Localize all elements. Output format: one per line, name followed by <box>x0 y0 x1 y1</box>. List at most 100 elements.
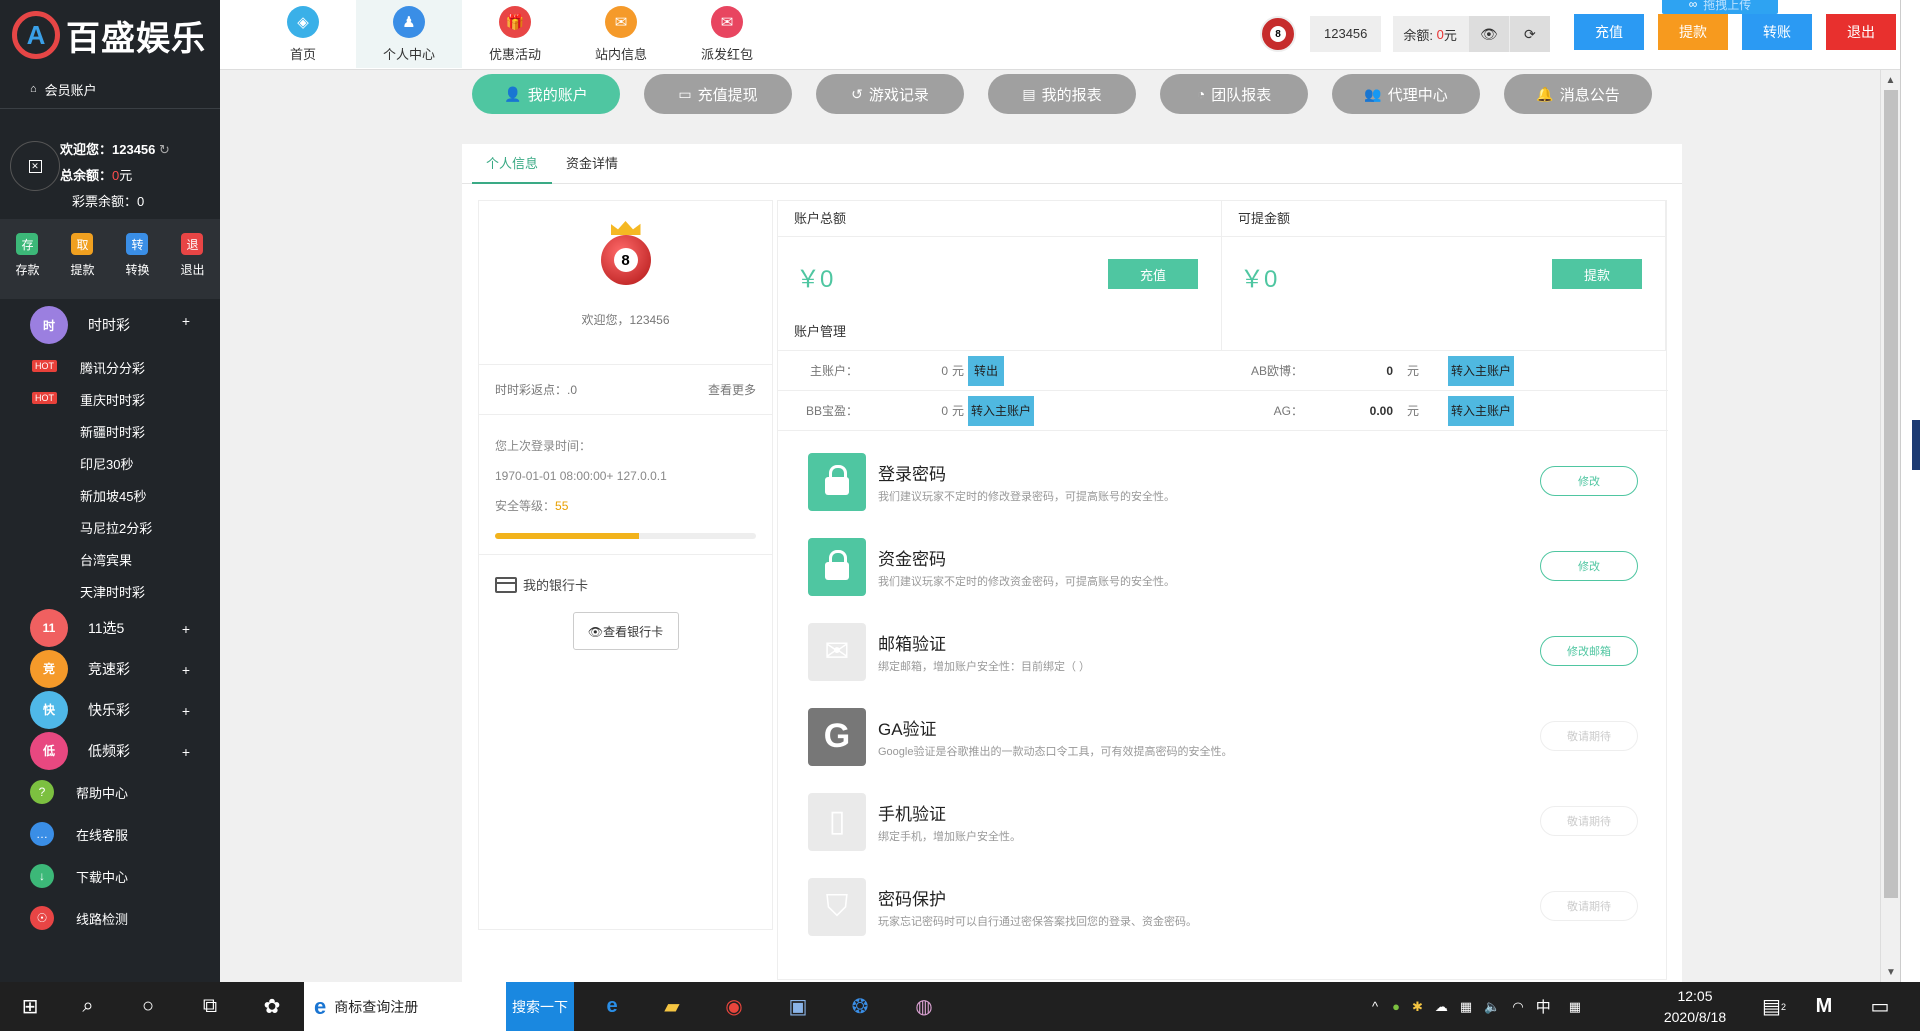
app-swirl-icon[interactable]: ✿ <box>248 982 296 1031</box>
subnav-tab-0[interactable]: 👤 我的账户 <box>472 74 620 114</box>
top-nav-item-3[interactable]: ✉ 站内信息 <box>568 0 674 68</box>
sidebar-category-2[interactable]: 竞 竞速彩 + <box>0 648 220 689</box>
edge-browser-icon[interactable]: e <box>588 982 636 1031</box>
sidebar-category-3[interactable]: 快 快乐彩 + <box>0 689 220 730</box>
expand-plus-icon[interactable]: + <box>182 662 190 678</box>
subnav-tab-6[interactable]: 🔔 消息公告 <box>1504 74 1652 114</box>
subnav-tab-5[interactable]: 👥 代理中心 <box>1332 74 1480 114</box>
sidebar-category-1[interactable]: 11 11选5 + <box>0 607 220 648</box>
refresh-balance-icon[interactable]: ⟳ <box>1509 16 1550 52</box>
taskbar-search-box[interactable]: e 商标查询注册 <box>304 982 506 1031</box>
remote-desktop-icon[interactable]: ▣ <box>774 982 822 1031</box>
task-view-icon[interactable]: ⧉ <box>186 982 234 1031</box>
header-button-3[interactable]: 退出 <box>1826 14 1896 50</box>
deposit-button[interactable]: 充值 <box>1108 259 1198 289</box>
wifi-icon[interactable]: ◠ <box>1512 999 1523 1015</box>
subnav-tab-3[interactable]: ▤ 我的报表 <box>988 74 1136 114</box>
security-action-button[interactable]: 修改 <box>1540 551 1638 581</box>
security-action-button[interactable]: 修改 <box>1540 466 1638 496</box>
clock[interactable]: 12:05 2020/8/18 <box>1650 986 1740 1028</box>
sidebar-link-2[interactable]: ↓ 下载中心 <box>0 855 220 897</box>
quick-action-2[interactable]: 转转换 <box>125 233 150 299</box>
sidebar-sub-item[interactable]: HOT 重庆时时彩 <box>0 383 220 415</box>
chevron-up-icon[interactable]: ^ <box>1372 999 1378 1014</box>
chrome-icon[interactable]: ◉ <box>710 982 758 1031</box>
header-button-0[interactable]: 充值 <box>1574 14 1644 50</box>
top-nav-item-2[interactable]: 🎁 优惠活动 <box>462 0 568 68</box>
view-bank-card-button[interactable]: 👁查看银行卡 <box>572 612 679 650</box>
sidebar-sub-item[interactable]: 天津时时彩 <box>0 575 220 607</box>
subnav-tab-1[interactable]: ▭ 充值提现 <box>644 74 792 114</box>
category-list: 时 时时彩 + HOT 腾讯分分彩 HOT 重庆时时彩 新疆时时彩印尼30秒新加坡45秒 马尼拉… <box>0 299 220 939</box>
security-action-button[interactable]: 修改邮箱 <box>1540 636 1638 666</box>
sidebar-link-1[interactable]: … 在线客服 <box>0 813 220 855</box>
user-avatar[interactable]: 8 <box>1260 16 1296 52</box>
app-m-icon[interactable]: M <box>1800 982 1848 1031</box>
windows-start-icon[interactable]: ⊞ <box>6 982 54 1031</box>
quick-action-3[interactable]: 退退出 <box>180 233 205 299</box>
sidebar-link-3[interactable]: ☉ 线路检测 <box>0 897 220 939</box>
sidebar-sub-item[interactable]: 印尼30秒 <box>0 447 220 479</box>
top-nav-item-0[interactable]: ◈ 首页 <box>250 0 356 68</box>
sidebar-link-0[interactable]: ? 帮助中心 <box>0 771 220 813</box>
account-transfer-button[interactable]: 转入主账户 <box>968 395 1034 426</box>
tab-1[interactable]: 资金详情 <box>552 144 632 184</box>
tray-app-icon[interactable]: ● <box>1392 999 1400 1014</box>
action-center-icon[interactable]: ▭ <box>1856 982 1904 1031</box>
subnav-tab-4[interactable]: ◔ 团队报表 <box>1160 74 1308 114</box>
sidebar-sub-item[interactable]: HOT 腾讯分分彩 <box>0 351 220 383</box>
top-nav-item-1[interactable]: ♟ 个人中心 <box>356 0 462 68</box>
eye-icon[interactable]: 👁 <box>1468 16 1509 52</box>
expand-plus-icon[interactable]: + <box>182 621 190 637</box>
top-nav-item-4[interactable]: ✉ 派发红包 <box>674 0 780 68</box>
quick-action-1[interactable]: 取提款 <box>70 233 95 299</box>
notification-icon[interactable]: ▤ 2 <box>1750 982 1798 1031</box>
quick-action-0[interactable]: 存存款 <box>15 233 40 299</box>
withdrawable-amount: ￥0 <box>1240 266 1278 293</box>
volume-icon[interactable]: 🔈 <box>1484 999 1500 1015</box>
app-avatar-icon[interactable]: ◍ <box>900 982 948 1031</box>
header-button-1[interactable]: 提款 <box>1658 14 1728 50</box>
security-action-button[interactable]: 敬请期待 <box>1540 721 1638 751</box>
profile-avatar-area: 8 欢迎您，123456 <box>479 201 772 365</box>
sidebar-sub-item[interactable]: 马尼拉2分彩 <box>0 511 220 543</box>
close-icon[interactable]: ✕ <box>28 159 42 173</box>
security-action-button[interactable]: 敬请期待 <box>1540 806 1638 836</box>
tray-network-icon[interactable]: ▦ <box>1460 999 1472 1015</box>
scroll-down-icon[interactable]: ▼ <box>1881 962 1901 982</box>
app-logo-icon[interactable]: ❂ <box>836 982 884 1031</box>
account-transfer-button[interactable]: 转入主账户 <box>1448 395 1514 426</box>
brand-logo[interactable]: A 百盛娱乐 <box>0 0 220 70</box>
sidebar-sub-item[interactable]: 新疆时时彩 <box>0 415 220 447</box>
cortana-icon[interactable]: ○ <box>124 982 172 1031</box>
sub-item-label: 印尼30秒 <box>80 456 134 472</box>
subnav-tab-2[interactable]: ↺ 游戏记录 <box>816 74 964 114</box>
ime-indicator[interactable]: 中 <box>1536 996 1551 1017</box>
expand-plus-icon[interactable]: + <box>182 313 190 329</box>
sidebar-sub-item[interactable]: 台湾宾果 <box>0 543 220 575</box>
sidebar-category-4[interactable]: 低 低频彩 + <box>0 730 220 771</box>
tab-0[interactable]: 个人信息 <box>472 144 553 184</box>
expand-plus-icon[interactable]: + <box>182 744 190 760</box>
sidebar-category-0[interactable]: 时 时时彩 + <box>0 299 220 351</box>
scroll-up-icon[interactable]: ▲ <box>1881 70 1900 90</box>
search-icon[interactable]: ⌕ <box>64 982 112 1031</box>
vertical-scrollbar[interactable]: ▲ ▼ <box>1880 70 1900 982</box>
account-transfer-button[interactable]: 转入主账户 <box>1448 355 1514 386</box>
account-transfer-button[interactable]: 转出 <box>968 355 1004 386</box>
view-more-link[interactable]: 查看更多 <box>708 381 756 398</box>
taskbar-search-button[interactable]: 搜索一下 <box>506 982 574 1031</box>
withdraw-button[interactable]: 提款 <box>1552 259 1642 289</box>
security-action-button[interactable]: 敬请期待 <box>1540 891 1638 921</box>
tray-flower-icon[interactable]: ✱ <box>1412 999 1423 1015</box>
file-explorer-icon[interactable]: ▰ <box>648 982 696 1031</box>
scroll-thumb[interactable] <box>1884 90 1898 898</box>
tray-cloud-icon[interactable]: ☁ <box>1435 999 1448 1015</box>
keyboard-icon[interactable]: ▦ <box>1569 999 1581 1015</box>
expand-plus-icon[interactable]: + <box>182 703 190 719</box>
avatar[interactable]: ✕ <box>10 141 60 191</box>
header-button-2[interactable]: 转账 <box>1742 14 1812 50</box>
clock-date: 2020/8/18 <box>1663 1009 1727 1025</box>
sidebar-sub-item[interactable]: 新加坡45秒 <box>0 479 220 511</box>
refresh-icon[interactable]: ↻ <box>159 142 170 157</box>
